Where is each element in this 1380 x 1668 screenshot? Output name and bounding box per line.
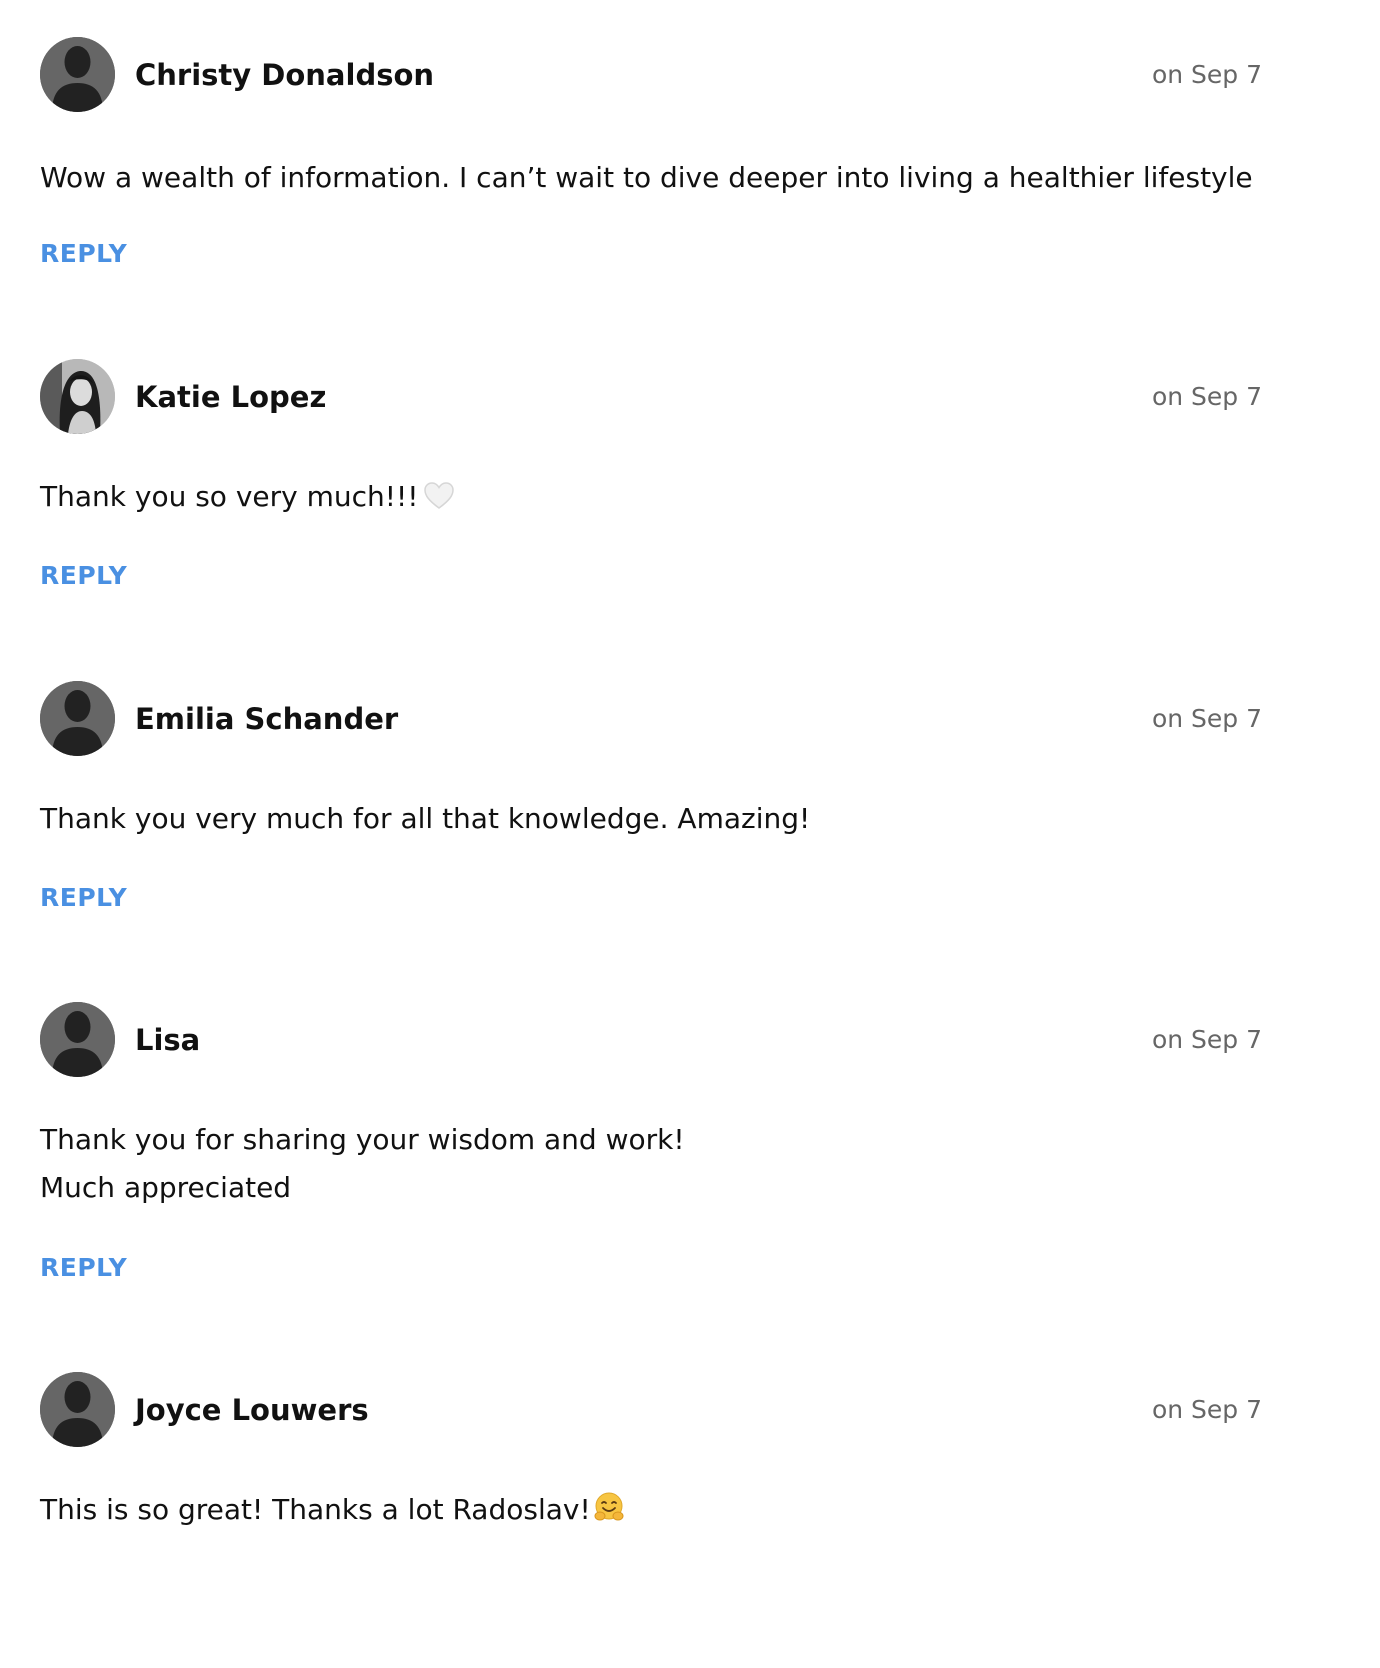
default-avatar-icon[interactable] xyxy=(40,1002,115,1077)
comment-item: Katie Lopez on Sep 7 Thank you so very m… xyxy=(40,359,1262,590)
comment-text: Thank you very much for all that knowled… xyxy=(40,795,1262,843)
comment-text-paragraph: Thank you so very much!!! xyxy=(40,473,1262,525)
comment-text-content: This is so great! Thanks a lot Radoslav! xyxy=(40,1493,591,1526)
default-avatar-icon[interactable] xyxy=(40,37,115,112)
comment-text: Thank you for sharing your wisdom and wo… xyxy=(40,1116,1262,1212)
comment-text-paragraph: Thank you for sharing your wisdom and wo… xyxy=(40,1123,685,1204)
comment-text-paragraph: Thank you very much for all that knowled… xyxy=(40,802,811,835)
comment-text-paragraph: This is so great! Thanks a lot Radoslav! xyxy=(40,1486,1262,1538)
comment-item: Lisa on Sep 7 Thank you for sharing your… xyxy=(40,1002,1262,1282)
comment-item: Joyce Louwers on Sep 7 This is so great!… xyxy=(40,1372,1262,1526)
comment-date[interactable]: on Sep 7 xyxy=(1152,1394,1262,1426)
reply-button[interactable]: REPLY xyxy=(40,1252,127,1284)
author-name[interactable]: Joyce Louwers xyxy=(135,1392,369,1428)
comment-text-paragraph: Wow a wealth of information. I can’t wai… xyxy=(40,161,1253,194)
comment-item: Christy Donaldson on Sep 7 Wow a wealth … xyxy=(40,37,1262,268)
comment-text: This is so great! Thanks a lot Radoslav! xyxy=(40,1486,1262,1538)
author-name[interactable]: Emilia Schander xyxy=(135,701,398,737)
default-avatar-icon[interactable] xyxy=(40,681,115,756)
author-name[interactable]: Katie Lopez xyxy=(135,379,326,415)
default-avatar-icon[interactable] xyxy=(40,1372,115,1447)
author-name[interactable]: Christy Donaldson xyxy=(135,57,434,93)
comment-text: Thank you so very much!!! xyxy=(40,473,1262,525)
comment-header: Joyce Louwers on Sep 7 xyxy=(40,1372,1262,1447)
comment-header: Katie Lopez on Sep 7 xyxy=(40,359,1262,434)
comment-text: Wow a wealth of information. I can’t wai… xyxy=(40,154,1262,202)
user-photo-avatar[interactable] xyxy=(40,359,115,434)
hugging-face-icon xyxy=(593,1490,625,1538)
comment-item: Emilia Schander on Sep 7 Thank you very … xyxy=(40,681,1262,912)
comment-header: Christy Donaldson on Sep 7 xyxy=(40,37,1262,112)
comment-text-content: Thank you so very much!!! xyxy=(40,480,419,513)
comment-header: Lisa on Sep 7 xyxy=(40,1002,1262,1077)
comment-date[interactable]: on Sep 7 xyxy=(1152,1024,1262,1056)
reply-button[interactable]: REPLY xyxy=(40,882,127,914)
comment-header: Emilia Schander on Sep 7 xyxy=(40,681,1262,756)
reply-button[interactable]: REPLY xyxy=(40,560,127,592)
comment-date[interactable]: on Sep 7 xyxy=(1152,59,1262,91)
white-heart-icon xyxy=(424,477,455,525)
comment-date[interactable]: on Sep 7 xyxy=(1152,381,1262,413)
comment-list: Christy Donaldson on Sep 7 Wow a wealth … xyxy=(0,0,1380,1668)
comment-date[interactable]: on Sep 7 xyxy=(1152,703,1262,735)
reply-button[interactable]: REPLY xyxy=(40,238,127,270)
author-name[interactable]: Lisa xyxy=(135,1022,200,1058)
